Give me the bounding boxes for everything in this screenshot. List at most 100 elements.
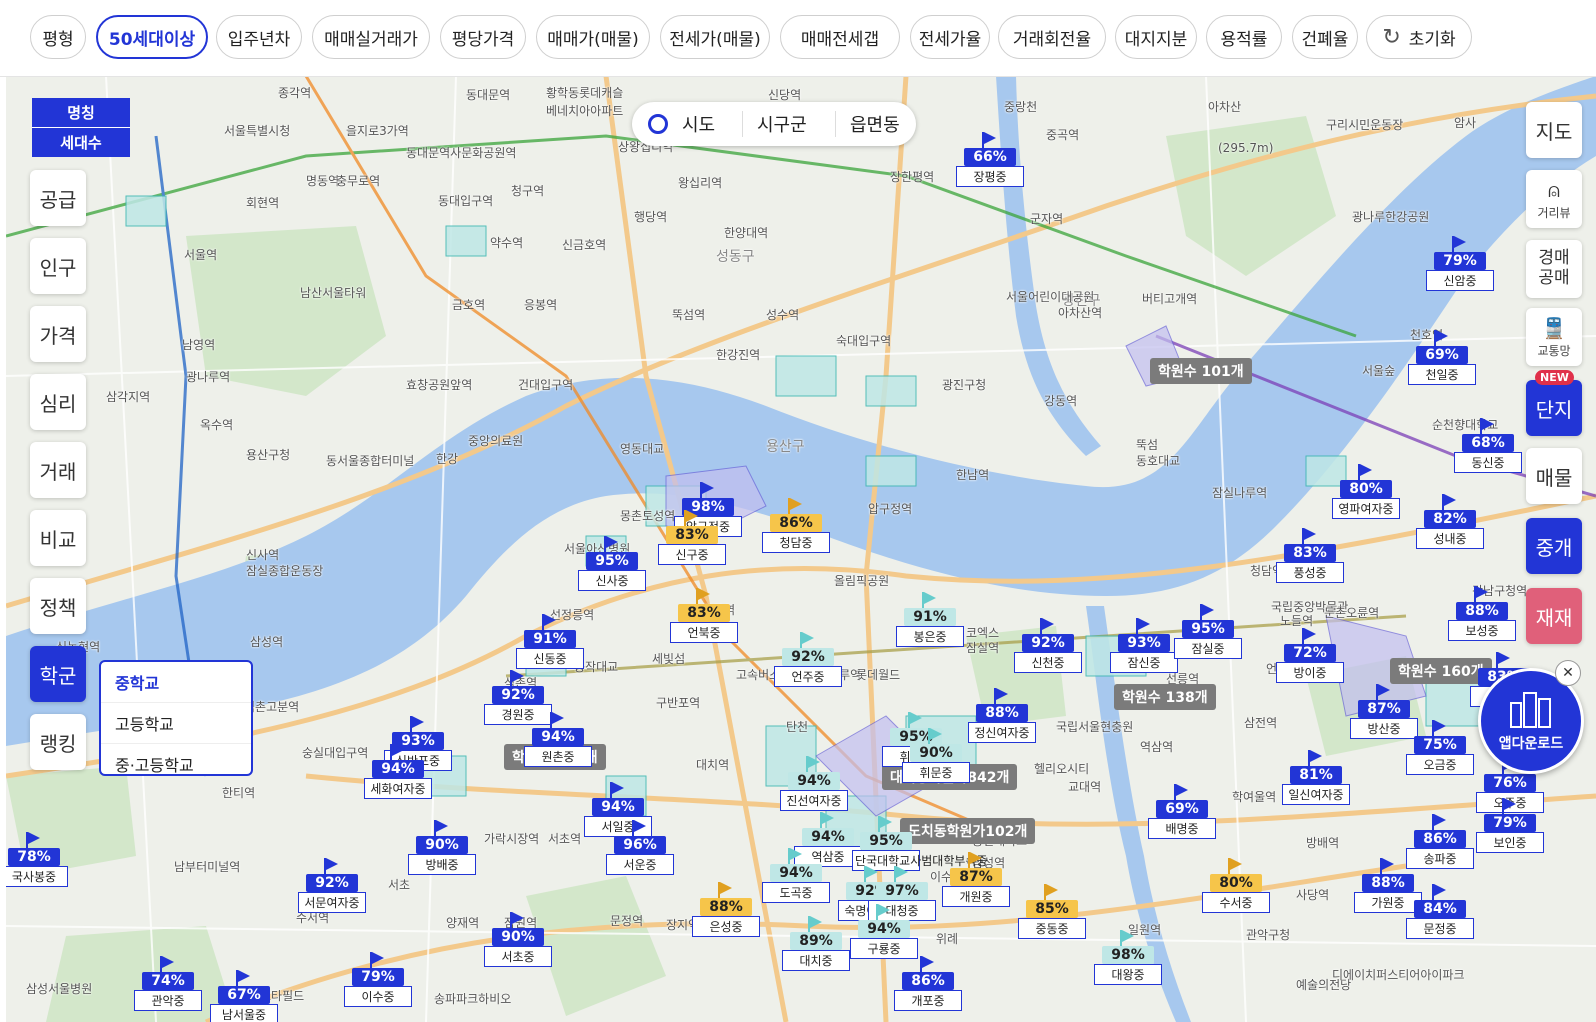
listing-button[interactable]: 매물 <box>1526 448 1582 504</box>
school-flag[interactable]: 88% 가원중 <box>1354 858 1422 913</box>
academy-count-label[interactable]: 도치동학원가102개 <box>900 818 1036 844</box>
school-flag[interactable]: 92% 서문여자중 <box>298 858 366 913</box>
school-flag[interactable]: 79% 보인중 <box>1476 798 1544 853</box>
map-button[interactable]: 지도 <box>1526 102 1582 158</box>
school-flag[interactable]: 94% 진선여자중 <box>780 756 848 811</box>
filter-button[interactable]: 매매전세갭 <box>780 15 900 59</box>
school-flag[interactable]: 92% 경원중 <box>484 670 552 725</box>
school-flag[interactable]: 82% 성내중 <box>1416 494 1484 549</box>
school-flag[interactable]: 88% 정신여자중 <box>968 688 1036 743</box>
locate-icon[interactable] <box>648 114 668 134</box>
school-flag[interactable]: 79% 이수중 <box>344 952 412 1007</box>
place-label: 아차산 <box>1208 100 1242 114</box>
left-menu-item[interactable]: 인구 <box>30 238 86 294</box>
left-menu-item[interactable]: 학군 <box>30 646 86 702</box>
school-flag[interactable]: 83% 신구중 <box>658 510 726 565</box>
school-flag[interactable]: 95% 잠실중 <box>1174 604 1242 659</box>
academy-count-label[interactable]: 학원수 138개 <box>1114 684 1216 710</box>
filter-button[interactable]: 전세가율 <box>910 15 990 59</box>
left-menu-item[interactable]: 비교 <box>30 510 86 566</box>
school-flag[interactable]: 67% 남서울중 <box>210 970 278 1022</box>
school-flag[interactable]: 68% 동신중 <box>1454 418 1522 473</box>
filter-button[interactable]: 용적률 <box>1206 15 1282 59</box>
toggle-eupmyeondong[interactable]: 읍면동 <box>835 111 900 137</box>
school-flag[interactable]: 86% 청담중 <box>762 498 830 553</box>
school-flag[interactable]: 94% 역삼중 <box>794 812 862 867</box>
school-flag[interactable]: 90% 방배중 <box>408 820 476 875</box>
school-flag[interactable]: 92% 신천중 <box>1014 618 1082 673</box>
school-flag[interactable]: 85% 중동중 <box>1018 884 1086 939</box>
academy-count-label[interactable]: 학원수 160개 <box>1390 658 1492 684</box>
left-menu-item[interactable]: 가격 <box>30 306 86 362</box>
school-flag[interactable]: 84% 문정중 <box>1406 884 1474 939</box>
school-flag[interactable]: 87% 개원중 <box>942 852 1010 907</box>
school-flag[interactable]: 80% 영파여자중 <box>1332 464 1400 519</box>
school-name: 휘문중 <box>902 762 970 783</box>
transit-button[interactable]: 🚆 교통망 <box>1526 308 1582 366</box>
school-flag[interactable]: 86% 송파중 <box>1406 814 1474 869</box>
school-flag[interactable]: 96% 서운중 <box>606 820 674 875</box>
school-flag[interactable]: 88% 은성중 <box>692 882 760 937</box>
filter-button[interactable]: 거래회전율 <box>998 15 1106 59</box>
school-flag[interactable]: 92% 언주중 <box>774 632 842 687</box>
school-flag[interactable]: 91% 신동중 <box>516 614 584 669</box>
place-label: 가락시장역 <box>484 832 540 846</box>
left-menu-item[interactable]: 랭킹 <box>30 714 86 770</box>
school-flag[interactable]: 72% 방이중 <box>1276 628 1344 683</box>
school-flag[interactable]: 79% 신암중 <box>1426 236 1494 291</box>
left-menu-item[interactable]: 정책 <box>30 578 86 634</box>
school-flag[interactable]: 90% 휘문중 <box>902 728 970 783</box>
flag-icon <box>970 852 982 864</box>
school-flag[interactable]: 94% 세화여자중 <box>364 744 432 799</box>
school-flag[interactable]: 91% 봉은중 <box>896 592 964 647</box>
reset-button[interactable]: ↻ 초기화 <box>1366 15 1472 59</box>
school-flag[interactable]: 69% 배명중 <box>1148 784 1216 839</box>
filter-button[interactable]: 50세대이상 <box>96 15 208 59</box>
school-flag[interactable]: 88% 보성중 <box>1448 586 1516 641</box>
school-level-middle[interactable]: 중학교 <box>101 662 251 703</box>
school-flag[interactable]: 98% 대왕중 <box>1094 930 1162 985</box>
school-flag[interactable]: 87% 방산중 <box>1350 684 1418 739</box>
school-flag[interactable]: 83% 언북중 <box>670 588 738 643</box>
redevelopment-button[interactable]: 재재 <box>1526 588 1582 644</box>
school-flag[interactable]: 66% 장평중 <box>956 132 1024 187</box>
school-flag[interactable]: 89% 대치중 <box>782 916 850 971</box>
complex-button[interactable]: 단지 <box>1526 380 1582 436</box>
filter-button[interactable]: 건폐율 <box>1292 15 1358 59</box>
school-flag[interactable]: 93% 잠신중 <box>1110 618 1178 673</box>
school-name: 신천중 <box>1014 652 1082 673</box>
left-menu-item[interactable]: 심리 <box>30 374 86 430</box>
left-menu-item[interactable]: 거래 <box>30 442 86 498</box>
left-menu-item[interactable]: 공급 <box>30 170 86 226</box>
filter-button[interactable]: 매매가(매물) <box>536 15 650 59</box>
close-app-banner-button[interactable]: ✕ <box>1555 660 1581 686</box>
filter-button[interactable]: 평당가격 <box>440 15 526 59</box>
filter-button[interactable]: 매매실거래가 <box>312 15 430 59</box>
filter-button[interactable]: 입주년차 <box>216 15 302 59</box>
toggle-sigungu[interactable]: 시구군 <box>742 111 835 137</box>
school-flag[interactable]: 74% 관악중 <box>134 956 202 1011</box>
school-flag[interactable]: 69% 천일중 <box>1408 330 1476 385</box>
auction-button[interactable]: 경매 공매 <box>1526 240 1582 298</box>
school-flag[interactable]: 83% 풍성중 <box>1276 528 1344 583</box>
school-flag[interactable]: 94% 원촌중 <box>524 712 592 767</box>
map-canvas[interactable]: 동대문역 신당역 중랑천 아차산 (295.7m) 구리시민운동장 암사 종각역 을지로3가역 동… <box>6 76 1596 1022</box>
roadview-button[interactable]: ⍝ 거리뷰 <box>1526 170 1582 228</box>
broker-button[interactable]: 중개 <box>1526 518 1582 574</box>
school-flag[interactable]: 90% 서초중 <box>484 912 552 967</box>
school-level-both[interactable]: 중·고등학교 <box>101 744 251 784</box>
toggle-sido[interactable]: 시도 <box>682 111 742 137</box>
school-flag[interactable]: 94% 구룡중 <box>850 904 918 959</box>
school-flag[interactable]: 80% 수서중 <box>1202 858 1270 913</box>
filter-button[interactable]: 평형 <box>30 15 86 59</box>
filter-button[interactable]: 대지지분 <box>1115 15 1197 59</box>
school-flag[interactable]: 75% 오금중 <box>1406 720 1474 775</box>
school-level-high[interactable]: 고등학교 <box>101 703 251 744</box>
school-flag[interactable]: 81% 일신여자중 <box>1282 750 1350 805</box>
academy-count-label[interactable]: 학원수 101개 <box>1150 358 1252 384</box>
school-flag[interactable]: 86% 개포중 <box>894 956 962 1011</box>
filter-button[interactable]: 전세가(매물) <box>660 15 770 59</box>
school-flag[interactable]: 78% 국사봉중 <box>6 832 68 887</box>
school-flag[interactable]: 95% 신사중 <box>578 536 646 591</box>
school-flag[interactable]: 94% 도곡중 <box>762 848 830 903</box>
